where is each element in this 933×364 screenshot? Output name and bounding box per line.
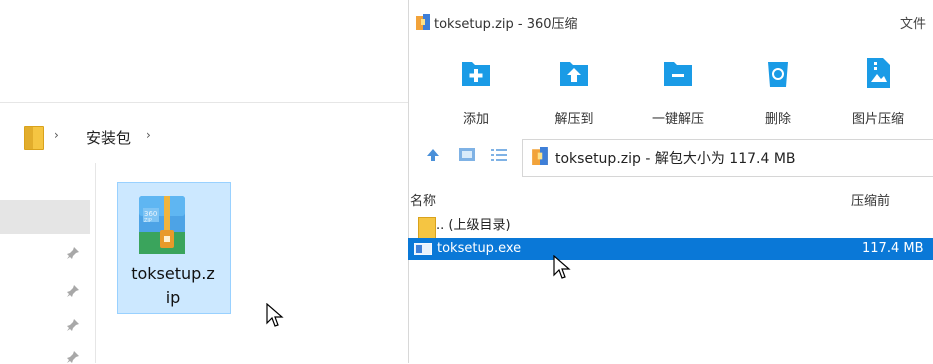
image-compress-icon bbox=[867, 58, 890, 88]
one-click-extract-button[interactable]: 一键解压 bbox=[638, 56, 718, 127]
file-name: toksetup.exe bbox=[437, 241, 522, 256]
address-bar[interactable] bbox=[0, 118, 408, 152]
menu-file[interactable]: 文件 bbox=[900, 13, 926, 32]
add-label: 添加 bbox=[462, 112, 489, 127]
zip-file-name: toksetup.z ip bbox=[117, 262, 229, 310]
pin-icon[interactable] bbox=[66, 318, 80, 332]
archive-icon bbox=[532, 147, 548, 165]
divider bbox=[0, 102, 408, 103]
one-click-extract-label: 一键解压 bbox=[651, 112, 704, 127]
recycle-bin-icon bbox=[768, 62, 788, 87]
add-button[interactable]: 添加 bbox=[436, 56, 516, 127]
breadcrumb-separator[interactable]: › bbox=[146, 128, 151, 142]
breadcrumb-folder[interactable]: 安装包 bbox=[86, 127, 131, 148]
zip-window bbox=[408, 0, 933, 363]
extract-to-icon bbox=[560, 62, 588, 86]
add-icon bbox=[462, 62, 490, 86]
delete-label: 删除 bbox=[764, 112, 791, 127]
folder-icon bbox=[418, 217, 436, 239]
zip-archive-icon: 360 ZIP bbox=[139, 196, 185, 254]
extract-to-button[interactable]: 解压到 bbox=[534, 56, 614, 127]
column-header-size[interactable]: 压缩前 bbox=[851, 190, 890, 209]
nav-pane-selected-item[interactable] bbox=[0, 200, 90, 234]
exe-file-icon bbox=[414, 243, 432, 255]
list-view-icon[interactable] bbox=[491, 148, 507, 161]
image-compress-button[interactable]: 图片压缩 bbox=[838, 56, 918, 127]
svg-text:360: 360 bbox=[144, 210, 157, 218]
window-title: toksetup.zip - 360压缩 bbox=[434, 17, 578, 32]
file-name-line: toksetup.z bbox=[131, 264, 215, 283]
file-size: 117.4 MB bbox=[862, 241, 924, 256]
column-header-name[interactable]: 名称 bbox=[410, 190, 436, 209]
extract-to-label: 解压到 bbox=[554, 112, 594, 127]
up-arrow-icon[interactable] bbox=[426, 148, 440, 162]
breadcrumb-separator: › bbox=[54, 128, 59, 142]
folder-icon bbox=[24, 126, 44, 150]
image-compress-label: 图片压缩 bbox=[851, 112, 904, 127]
pin-icon[interactable] bbox=[66, 246, 80, 260]
app-icon bbox=[416, 14, 430, 30]
pin-icon[interactable] bbox=[66, 350, 80, 364]
mouse-cursor-icon bbox=[266, 303, 284, 327]
thumbnail-view-icon[interactable] bbox=[459, 148, 475, 161]
svg-text:ZIP: ZIP bbox=[144, 218, 152, 224]
file-name-line: ip bbox=[165, 288, 181, 307]
parent-dir-label: .. (上级目录) bbox=[436, 218, 511, 233]
delete-button[interactable]: 删除 bbox=[738, 56, 818, 127]
one-click-extract-icon bbox=[664, 62, 692, 86]
archive-path-text: toksetup.zip - 解包大小为 117.4 MB bbox=[555, 151, 796, 167]
pin-icon[interactable] bbox=[66, 284, 80, 298]
mouse-cursor-icon bbox=[553, 255, 571, 279]
